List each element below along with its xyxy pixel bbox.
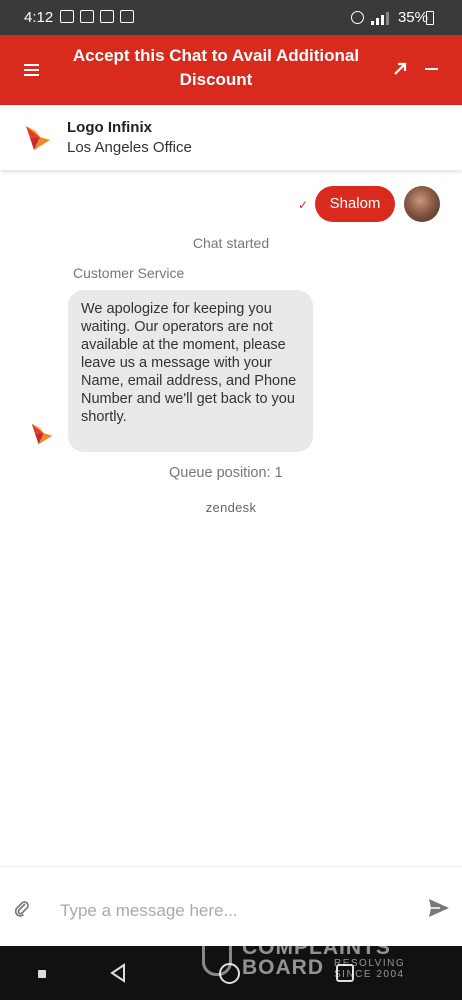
sender-name: Customer Service (73, 265, 185, 281)
status-time: 4:12 (24, 9, 54, 26)
agent-header: Logo Infinix Los Angeles Office (0, 105, 462, 170)
watermark-sub2: SINCE 2004 (334, 969, 405, 980)
gallery-icon (60, 10, 74, 23)
sent-message-bubble: Shalom (315, 186, 395, 222)
message-input[interactable] (60, 899, 400, 923)
status-bar: 4:12 35% (0, 0, 462, 35)
shield-icon (202, 940, 232, 976)
watermark-sub: RESOLVING SINCE 2004 (334, 958, 405, 980)
agent-avatar-icon (31, 423, 53, 445)
agent-name: Logo Infinix (67, 119, 152, 136)
chat-top-bar: Accept this Chat to Avail Additional Dis… (0, 35, 462, 105)
system-status: 35% (350, 9, 428, 26)
signal-icon (370, 11, 389, 25)
expand-icon[interactable] (392, 61, 408, 77)
back-icon[interactable] (108, 963, 128, 983)
menu-icon[interactable] (24, 64, 39, 76)
agent-office: Los Angeles Office (67, 139, 192, 156)
agent-logo-icon (26, 126, 50, 150)
notification-icons (60, 10, 134, 23)
avatar (404, 186, 440, 222)
watermark-sub1: RESOLVING (334, 958, 406, 969)
battery-saver-icon (120, 10, 134, 23)
battery-percent: 35% (397, 9, 428, 26)
check-icon: ✓ (298, 198, 309, 212)
alarm-icon (350, 11, 364, 24)
watermark-line2: BOARD (242, 956, 324, 979)
chat-banner-title[interactable]: Accept this Chat to Avail Additional Dis… (62, 44, 370, 92)
mail-icon (80, 10, 94, 23)
received-message-bubble: We apologize for keeping you waiting. Ou… (68, 290, 313, 452)
paperclip-icon[interactable] (14, 899, 30, 917)
minimize-icon[interactable] (425, 68, 438, 70)
send-icon[interactable] (428, 898, 450, 918)
queue-position: Queue position: 1 (169, 465, 283, 481)
battery-icon (426, 11, 434, 25)
zendesk-link[interactable]: zendesk (0, 500, 462, 515)
watermark: COMPLAINTS BOARD RESOLVING SINCE 2004 (202, 934, 422, 984)
mail-icon (100, 10, 114, 23)
chat-started-notice: Chat started (192, 235, 270, 251)
recents-dot-icon[interactable] (38, 970, 46, 978)
